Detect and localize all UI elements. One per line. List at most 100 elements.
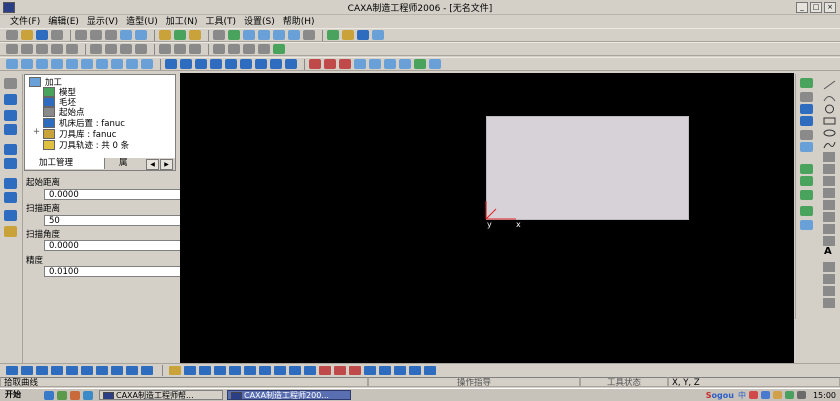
view-a-icon[interactable] [6, 366, 18, 375]
fillet-icon[interactable] [823, 200, 835, 210]
edit-path-f-icon[interactable] [384, 59, 396, 69]
tool-l-icon[interactable] [273, 44, 285, 54]
edit-path-d-icon[interactable] [354, 59, 366, 69]
pencil-draw-icon[interactable] [823, 262, 835, 272]
parallel-icon[interactable] [51, 59, 63, 69]
save-icon[interactable] [36, 30, 48, 40]
tray-d-icon[interactable] [784, 391, 794, 399]
query-right-icon[interactable] [823, 286, 835, 296]
expand-toggle[interactable]: + [33, 127, 40, 137]
shade-icon[interactable] [327, 30, 339, 40]
task-help[interactable]: CAXA制造工程师帮... [99, 390, 223, 400]
edit-n-icon[interactable] [364, 366, 376, 375]
edit-q-icon[interactable] [409, 366, 421, 375]
redo-icon[interactable] [135, 30, 147, 40]
surface-g-icon[interactable] [800, 164, 813, 174]
query-icon[interactable] [4, 226, 17, 237]
feature-tree-icon[interactable] [4, 110, 17, 121]
edit-path-b-icon[interactable] [324, 59, 336, 69]
tray-b-icon[interactable] [760, 391, 770, 399]
edit-f-icon[interactable] [244, 366, 256, 375]
tool-g-icon[interactable] [189, 44, 201, 54]
precision-field[interactable]: 0.0100 [44, 266, 196, 277]
layer-icon[interactable] [357, 30, 369, 40]
volume-icon[interactable] [796, 391, 806, 399]
edit-b-icon[interactable] [184, 366, 196, 375]
menu-view[interactable]: 显示(V) [87, 14, 118, 27]
edit-m-icon[interactable] [349, 366, 361, 375]
quicklaunch-icon[interactable] [83, 390, 93, 400]
surface-e-icon[interactable] [800, 130, 813, 140]
sketch-icon[interactable] [4, 94, 17, 105]
path-i-icon[interactable] [285, 59, 297, 69]
surface-d-icon[interactable] [800, 116, 813, 126]
plunge-icon[interactable] [96, 59, 108, 69]
tool-e-icon[interactable] [159, 44, 171, 54]
ellipse-icon[interactable] [823, 128, 836, 138]
path-b-icon[interactable] [180, 59, 192, 69]
maximize-button[interactable]: □ [810, 2, 822, 13]
point-icon[interactable] [823, 152, 835, 162]
edit-g-icon[interactable] [259, 366, 271, 375]
drawing-canvas[interactable]: y x [180, 73, 794, 363]
chamfer-icon[interactable] [823, 212, 835, 222]
tab-properties[interactable]: 属 [109, 158, 128, 169]
pencil-icon[interactable] [111, 59, 123, 69]
circle-icon[interactable] [823, 104, 836, 114]
edit-path-e-icon[interactable] [369, 59, 381, 69]
edit-k-icon[interactable] [319, 366, 331, 375]
polygon-icon[interactable] [823, 164, 835, 174]
view-f-icon[interactable] [81, 366, 93, 375]
surface-c-icon[interactable] [800, 104, 813, 114]
transform-icon[interactable] [4, 178, 17, 189]
print-icon[interactable] [51, 30, 63, 40]
zoom-window-icon[interactable] [243, 30, 255, 40]
dimension-icon[interactable] [36, 44, 48, 54]
media-icon[interactable] [70, 390, 80, 400]
open-file-icon[interactable] [21, 30, 33, 40]
erase-icon[interactable] [823, 274, 835, 284]
window-icon[interactable] [213, 30, 225, 40]
scan-angle-field[interactable]: 0.0000 [44, 240, 196, 251]
ime-logo[interactable]: Sogou [706, 391, 734, 400]
property-icon[interactable] [4, 124, 17, 135]
array-icon[interactable] [4, 158, 17, 169]
arc-icon[interactable] [823, 92, 836, 102]
edit-path-a-icon[interactable] [309, 59, 321, 69]
path-c-icon[interactable] [195, 59, 207, 69]
drill-icon[interactable] [126, 59, 138, 69]
path-g-icon[interactable] [255, 59, 267, 69]
edit-p-icon[interactable] [394, 366, 406, 375]
edit-c-icon[interactable] [199, 366, 211, 375]
edit-d-icon[interactable] [214, 366, 226, 375]
new-file-icon[interactable] [6, 30, 18, 40]
text-icon[interactable]: A [824, 246, 832, 257]
paste-icon[interactable] [105, 30, 117, 40]
color-icon[interactable] [189, 30, 201, 40]
view-b-icon[interactable] [21, 366, 33, 375]
surface-h-icon[interactable] [800, 176, 813, 186]
surface-k-icon[interactable] [800, 220, 813, 230]
tool-a-icon[interactable] [90, 44, 102, 54]
surface-i-icon[interactable] [800, 190, 813, 200]
intersect-icon[interactable] [823, 224, 835, 234]
surface-f-icon[interactable] [800, 142, 813, 152]
menu-machining[interactable]: 加工(N) [166, 14, 198, 27]
fit-icon[interactable] [303, 30, 315, 40]
start-distance-field[interactable]: 0.0000 [44, 189, 196, 200]
tool-c-icon[interactable] [120, 44, 132, 54]
tool-j-icon[interactable] [243, 44, 255, 54]
contour-icon[interactable] [21, 59, 33, 69]
finish-icon[interactable] [81, 59, 93, 69]
edit-path-c-icon[interactable] [339, 59, 351, 69]
redraw-icon[interactable] [228, 30, 240, 40]
surface-j-icon[interactable] [800, 206, 813, 216]
trim-icon[interactable] [4, 210, 17, 221]
tab-left-arrow-icon[interactable]: ◀ [146, 159, 159, 170]
scale-icon[interactable] [4, 192, 17, 203]
more-icon[interactable] [823, 298, 835, 308]
tool-f-icon[interactable] [174, 44, 186, 54]
scan-distance-field[interactable]: 50 [44, 215, 196, 226]
render-icon[interactable] [342, 30, 354, 40]
path-h-icon[interactable] [270, 59, 282, 69]
